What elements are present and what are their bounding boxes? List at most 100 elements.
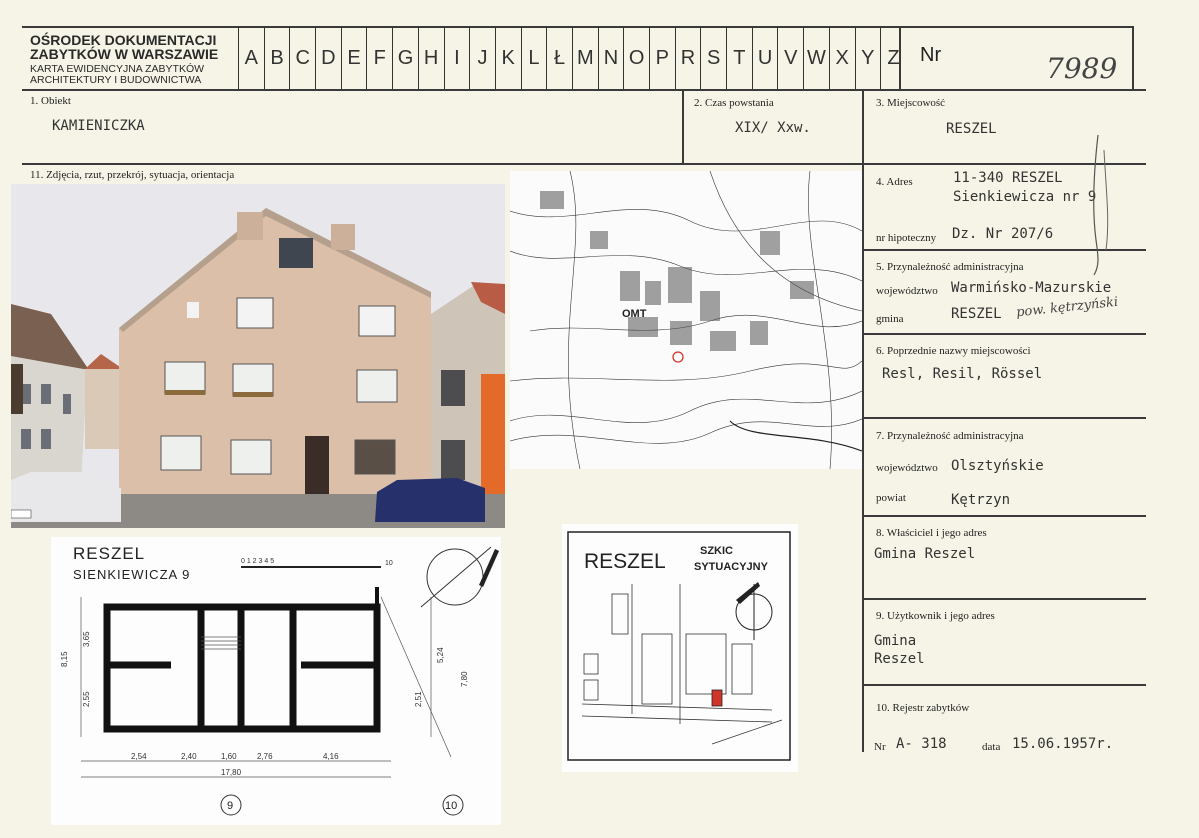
powiat-value: Kętrzyn xyxy=(951,492,1011,508)
hipoteczny-value: Dz. Nr 207/6 xyxy=(952,226,1054,242)
index-letter: J xyxy=(469,27,495,89)
right-row-9 xyxy=(862,684,1146,686)
index-letter: X xyxy=(828,27,855,89)
right-row-6 xyxy=(862,417,1146,419)
field-2-label: 2. Czas powstania xyxy=(694,97,774,109)
letters-end xyxy=(899,27,901,89)
powiat-label: powiat xyxy=(876,492,906,504)
header-bottom-line xyxy=(22,89,1146,91)
row1-bottom-line xyxy=(22,163,1146,165)
gmina-label: gmina xyxy=(876,313,904,325)
index-letter: A xyxy=(238,27,264,89)
index-letter: F xyxy=(366,27,392,89)
index-letter: Y xyxy=(854,27,881,89)
former-names-value: Resl, Resil, Rössel xyxy=(882,366,1043,382)
right-row-5 xyxy=(862,333,1146,335)
alphabet-index: ABCDEFGHIJKLŁMNOPRSTUVWXYZ xyxy=(238,27,906,89)
plan-dim-left-3: 3,65 xyxy=(82,631,91,647)
plan-dim-3: 1,60 xyxy=(221,752,237,761)
register-date-label: data xyxy=(982,741,1001,753)
plan-dim-1: 2,54 xyxy=(131,752,147,761)
plan-dim-right-3: 2,51 xyxy=(414,691,423,707)
owner-value: Gmina Reszel xyxy=(874,546,976,562)
index-letter: S xyxy=(700,27,726,89)
register-date-value: 15.06.1957r. xyxy=(1012,736,1114,752)
sketch-title: RESZEL xyxy=(584,550,666,573)
plan-dim-right-2: 7,80 xyxy=(460,671,469,687)
right-row-7 xyxy=(862,515,1146,517)
plan-dim-left-1: 8,15 xyxy=(60,651,69,667)
field-3-label: 3. Miejscowość xyxy=(876,97,946,109)
map-label-omt: OMT xyxy=(622,308,647,320)
plan-dim-right-1: 5,24 xyxy=(436,647,445,663)
index-letter: O xyxy=(623,27,649,89)
old-voivodeship-value: Olsztyńskie xyxy=(951,458,1044,474)
field-10-label: 10. Rejestr zabytków xyxy=(876,702,970,714)
user-value-2: Reszel xyxy=(874,651,925,667)
inventory-card: OŚRODEK DOKUMENTACJI ZABYTKÓW W WARSZAWI… xyxy=(0,0,1199,838)
index-letter: H xyxy=(417,27,444,89)
voivodeship-value: Warmińsko-Mazurskie xyxy=(951,280,1112,296)
topographic-map: OMT xyxy=(510,171,862,469)
field-1-value: KAMIENICZKA xyxy=(52,118,145,134)
index-letter: E xyxy=(340,27,367,89)
right-row-8 xyxy=(862,598,1146,600)
register-nr-value: A- 318 xyxy=(896,736,947,752)
index-letter: B xyxy=(263,27,290,89)
register-nr-label: Nr xyxy=(874,741,886,753)
index-letter: K xyxy=(494,27,521,89)
index-letter: P xyxy=(649,27,675,89)
index-letter: N xyxy=(597,27,624,89)
plan-dim-left-2: 2,55 xyxy=(82,691,91,707)
field-4-label: 4. Adres xyxy=(876,176,913,188)
hipoteczny-label: nr hipoteczny xyxy=(876,232,937,244)
plan-axis-a: 9 xyxy=(227,800,233,812)
index-letter: I xyxy=(443,27,470,89)
plan-axis-b: 10 xyxy=(445,800,457,812)
nr-value: 7989 xyxy=(1046,52,1118,85)
nr-box-right xyxy=(1132,26,1134,90)
index-letter: M xyxy=(571,27,598,89)
woj-label-5: województwo xyxy=(876,285,938,297)
field-5-label: 5. Przynależność administracyjna xyxy=(876,261,1024,273)
field-11-label: 11. Zdjęcia, rzut, przekrój, sytuacja, o… xyxy=(30,169,235,181)
col-divider-right xyxy=(862,90,864,752)
index-letter: C xyxy=(289,27,315,89)
field-9-label: 9. Użytkownik i jego adres xyxy=(876,610,995,622)
user-value-1: Gmina xyxy=(874,633,917,649)
index-letter: L xyxy=(520,27,547,89)
index-letter: U xyxy=(751,27,778,89)
field-3-value: RESZEL xyxy=(946,121,997,137)
building-photo xyxy=(11,184,505,528)
index-letter: W xyxy=(803,27,829,89)
plan-scale-text: 0 1 2 3 4 5 xyxy=(241,558,274,565)
plan-total: 17,80 xyxy=(221,768,242,777)
plan-subtitle: SIENKIEWICZA 9 xyxy=(73,567,190,582)
index-letter: V xyxy=(777,27,803,89)
index-letter: Ł xyxy=(546,27,572,89)
index-letter: Z xyxy=(880,27,906,89)
index-letter: D xyxy=(315,27,341,89)
sketch-subtitle-1: SZKIC xyxy=(700,545,733,557)
field-7-label: 7. Przynależność administracyjna xyxy=(876,430,1024,442)
site-sketch: RESZEL SZKIC SYTUACYJNY xyxy=(562,524,798,772)
woj-label-7: województwo xyxy=(876,462,938,474)
floor-plan: RESZEL SIENKIEWICZA 9 0 1 2 3 4 5 10 2,5… xyxy=(51,537,501,825)
field-2-value: XIX/ Xxw. xyxy=(735,120,811,136)
plan-dim-4: 2,76 xyxy=(257,752,273,761)
gmina-handwritten: pow. kętrzyński xyxy=(1015,294,1119,321)
index-letter: T xyxy=(726,27,752,89)
gmina-value: RESZEL xyxy=(951,306,1002,322)
handwritten-mark xyxy=(1093,134,1109,276)
plan-scale-end: 10 xyxy=(385,560,393,567)
card-type-2: ARCHITEKTURY I BUDOWNICTWA xyxy=(30,74,202,86)
field-6-label: 6. Poprzednie nazwy miejscowości xyxy=(876,345,1031,357)
index-letter: R xyxy=(674,27,701,89)
institution-name-2: ZABYTKÓW W WARSZAWIE xyxy=(30,46,219,62)
address-line-1: 11-340 RESZEL xyxy=(953,170,1063,186)
field-8-label: 8. Właściciel i jego adres xyxy=(876,527,987,539)
address-line-2: Sienkiewicza nr 9 xyxy=(953,189,1097,205)
field-1-label: 1. Obiekt xyxy=(30,95,71,107)
nr-label: Nr xyxy=(920,44,942,66)
col-divider-1 xyxy=(682,90,684,164)
